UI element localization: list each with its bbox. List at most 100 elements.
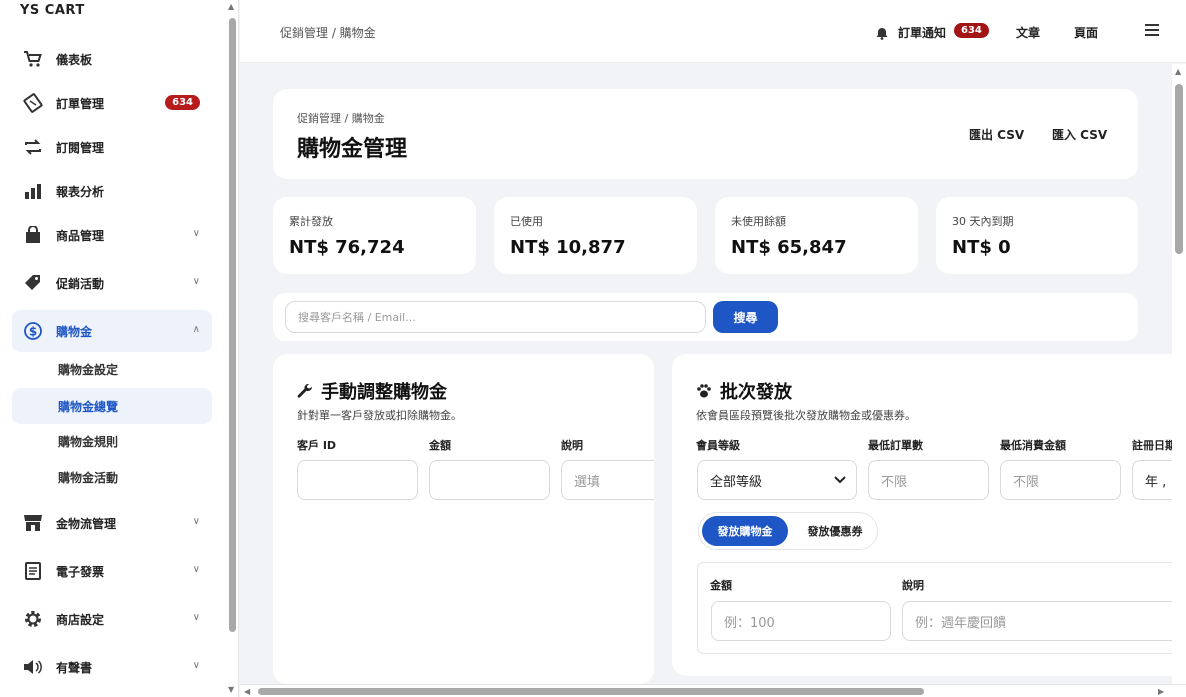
batch-note-field[interactable]: 例：週年慶回饋 — [902, 601, 1172, 641]
sidebar-subitem-credit-rules[interactable]: 購物金規則 — [12, 423, 212, 459]
manual-adjust-panel: 手動調整購物金 針對單一客戶發放或扣除購物金。 客戶 ID 金額 說明 選填 — [273, 354, 654, 684]
receipt-icon — [22, 92, 44, 114]
main-horizontal-scrollbar[interactable]: ◀ ▶ — [240, 684, 1186, 697]
sidebar-item-label: 訂閱管理 — [56, 140, 105, 155]
page-header-card: 促銷管理 / 購物金 購物金管理 匯出 CSV 匯入 CSV — [273, 89, 1138, 179]
scroll-down-icon[interactable]: ▼ — [228, 685, 234, 694]
order-notification-link[interactable]: 訂單通知 — [898, 24, 946, 41]
top-bar: 促銷管理 / 購物金 訂單通知 634 文章 頁面 — [240, 0, 1186, 63]
issue-type-toggle: 發放購物金 發放優惠券 — [698, 512, 878, 550]
sidebar-item-label: 商店設定 — [56, 612, 105, 627]
issue-credit-form: 金額 說明 例：100 例：週年慶回饋 — [697, 562, 1172, 654]
sidebar-item-label: 報表分析 — [56, 184, 105, 199]
import-csv-button[interactable]: 匯入 CSV — [1052, 126, 1107, 143]
export-csv-button[interactable]: 匯出 CSV — [969, 126, 1024, 143]
search-button[interactable]: 搜尋 — [713, 301, 778, 333]
stat-card-used: 已使用 NT$ 10,877 — [494, 197, 697, 274]
wrench-icon — [297, 383, 313, 399]
sidebar-scrollbar-thumb[interactable] — [229, 18, 236, 632]
sidebar-item-orders[interactable]: 訂單管理 634 — [12, 82, 212, 124]
main-vertical-scrollbar[interactable]: ▲ — [1172, 64, 1186, 684]
panel-description: 針對單一客戶發放或扣除購物金。 — [297, 409, 462, 422]
sidebar-item-reports[interactable]: 報表分析 — [12, 170, 212, 212]
brand-logo: YS CART — [20, 3, 85, 18]
svg-text:$: $ — [29, 325, 37, 339]
sidebar-item-dashboard[interactable]: 儀表板 — [12, 38, 212, 80]
customer-id-field[interactable] — [297, 460, 418, 500]
panel-description: 依會員區段預覽後批次發放購物金或優惠券。 — [696, 409, 916, 422]
invoice-icon — [22, 560, 44, 582]
chevron-down-icon — [834, 473, 846, 488]
chevron-up-icon: ∧ — [192, 324, 200, 335]
scroll-left-icon[interactable]: ◀ — [244, 687, 250, 696]
sidebar-item-label: 訂單管理 — [56, 96, 105, 111]
speaker-icon — [22, 656, 44, 678]
sidebar-item-payment-logistics[interactable]: 金物流管理 ∨ — [12, 502, 212, 544]
bell-icon[interactable] — [876, 25, 888, 44]
sidebar-item-audiobooks[interactable]: 有聲書 ∨ — [12, 646, 212, 684]
sidebar-item-label: 促銷活動 — [56, 276, 105, 291]
registration-date-field[interactable]: 年 , — [1132, 460, 1172, 500]
search-card: 搜尋 — [273, 293, 1138, 341]
notification-count-badge: 634 — [954, 23, 989, 38]
stat-card-total-issued: 累計發放 NT$ 76,724 — [273, 197, 476, 274]
chevron-down-icon: ∨ — [192, 516, 200, 527]
note-field[interactable]: 選填 — [561, 460, 654, 500]
tab-issue-credit[interactable]: 發放購物金 — [702, 516, 788, 546]
min-orders-field[interactable]: 不限 — [868, 460, 989, 500]
amount-field[interactable] — [429, 460, 550, 500]
sidebar-item-e-invoice[interactable]: 電子發票 ∨ — [12, 550, 212, 592]
menu-icon[interactable] — [1145, 24, 1159, 36]
sidebar-item-store-settings[interactable]: 商店設定 ∨ — [12, 598, 212, 640]
chevron-down-icon: ∨ — [192, 228, 200, 239]
articles-link[interactable]: 文章 — [1016, 24, 1040, 41]
dollar-circle-icon: $ — [22, 320, 44, 342]
sidebar-item-subscriptions[interactable]: 訂閱管理 — [12, 126, 212, 168]
sidebar: YS CART 儀表板 訂單管理 634 訂閱管理 報表分析 商品管理 ∨ 促銷… — [0, 0, 226, 684]
tab-issue-coupon[interactable]: 發放優惠券 — [795, 516, 875, 546]
batch-amount-field[interactable]: 例：100 — [711, 601, 891, 641]
chevron-down-icon: ∨ — [192, 564, 200, 575]
scroll-up-icon[interactable]: ▲ — [1175, 67, 1181, 76]
pages-link[interactable]: 頁面 — [1074, 24, 1098, 41]
sidebar-item-store-credit[interactable]: $ 購物金 ∧ — [12, 310, 212, 352]
store-icon — [22, 512, 44, 534]
header-breadcrumb: 促銷管理 / 購物金 — [297, 112, 385, 125]
customer-search-input[interactable] — [285, 301, 706, 333]
stat-card-expiring-30-days: 30 天內到期 NT$ 0 — [936, 197, 1138, 274]
cart-icon — [22, 48, 44, 70]
horizontal-scrollbar-thumb[interactable] — [258, 688, 924, 695]
sidebar-item-products[interactable]: 商品管理 ∨ — [12, 214, 212, 256]
tag-icon — [22, 272, 44, 294]
order-count-badge: 634 — [165, 95, 200, 110]
batch-issue-panel: 批次發放 依會員區段預覽後批次發放購物金或優惠券。 會員等級 最低訂單數 最低消… — [672, 354, 1172, 676]
paw-icon — [696, 383, 712, 399]
sidebar-subitem-credit-overview[interactable]: 購物金總覽 — [12, 388, 212, 424]
sidebar-item-label: 商品管理 — [56, 228, 105, 243]
gear-icon — [22, 608, 44, 630]
bar-chart-icon — [22, 180, 44, 202]
scroll-up-icon[interactable]: ▲ — [228, 2, 234, 11]
stat-card-unused-balance: 未使用餘額 NT$ 65,847 — [715, 197, 918, 274]
sidebar-item-label: 電子發票 — [56, 564, 105, 579]
scroll-right-icon[interactable]: ▶ — [1158, 687, 1164, 696]
member-level-select[interactable]: 全部等級 — [697, 460, 857, 500]
page-title: 購物金管理 — [297, 137, 408, 162]
chevron-down-icon: ∨ — [192, 660, 200, 671]
chevron-down-icon: ∨ — [192, 612, 200, 623]
sidebar-subitem-credit-campaigns[interactable]: 購物金活動 — [12, 459, 212, 495]
sidebar-scrollbar[interactable]: ▲ ▼ — [226, 0, 239, 697]
panel-title: 手動調整購物金 — [321, 382, 447, 403]
sidebar-item-promotions[interactable]: 促銷活動 ∨ — [12, 262, 212, 304]
min-spend-field[interactable]: 不限 — [1000, 460, 1121, 500]
panel-title: 批次發放 — [720, 382, 792, 403]
sidebar-item-label: 有聲書 — [56, 660, 93, 675]
sidebar-item-label: 儀表板 — [56, 52, 93, 67]
sidebar-item-label: 金物流管理 — [56, 516, 117, 531]
sidebar-item-label: 購物金 — [56, 324, 93, 339]
sidebar-subitem-credit-settings[interactable]: 購物金設定 — [12, 351, 212, 387]
chevron-down-icon: ∨ — [192, 276, 200, 287]
repeat-icon — [22, 136, 44, 158]
breadcrumb: 促銷管理 / 購物金 — [280, 26, 376, 40]
main-scrollbar-thumb[interactable] — [1175, 84, 1183, 254]
